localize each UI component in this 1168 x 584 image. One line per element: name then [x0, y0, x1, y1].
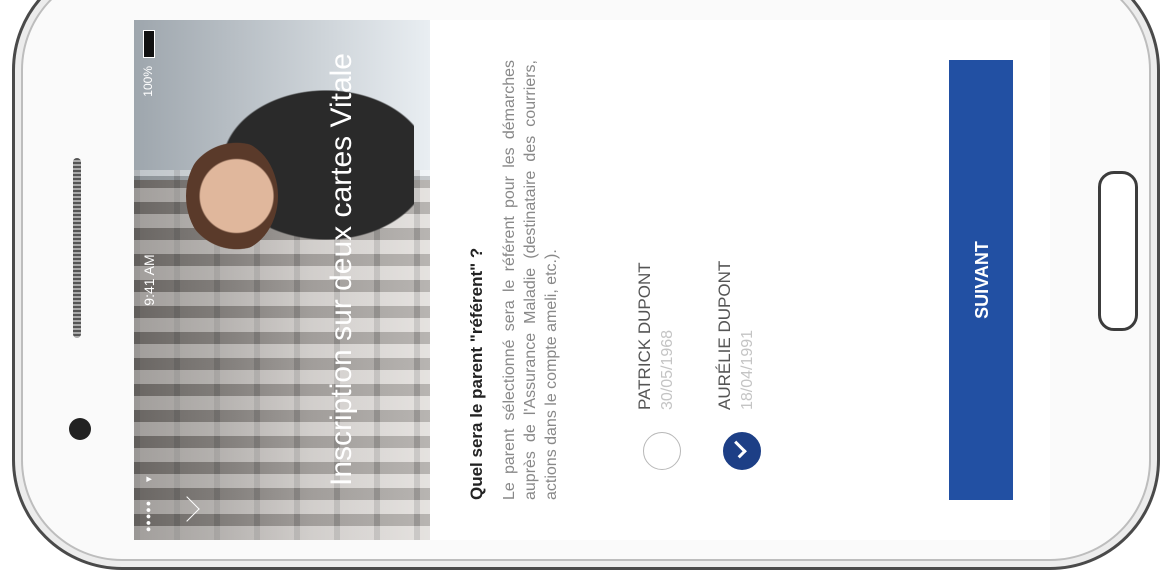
- check-icon: [729, 440, 747, 459]
- battery-icon: [143, 30, 155, 58]
- option-aurelie-dupont[interactable]: AURÉLIE DUPONT 18/04/1991: [709, 60, 761, 500]
- page-title: Inscription sur deux cartes Vitale: [325, 53, 358, 486]
- speaker-grille: [73, 158, 81, 338]
- option-patrick-dupont[interactable]: PATRICK DUPONT 30/05/1968: [629, 60, 681, 500]
- option-name: PATRICK DUPONT: [635, 262, 654, 410]
- option-date: 30/05/1968: [659, 329, 676, 410]
- question-heading: Quel sera le parent "référent" ?: [467, 247, 486, 500]
- chevron-down-icon[interactable]: [174, 496, 200, 522]
- front-camera: [69, 418, 91, 440]
- next-button[interactable]: SUIVANT: [949, 60, 1013, 500]
- radio-unchecked[interactable]: [643, 432, 681, 470]
- radio-checked[interactable]: [723, 432, 761, 470]
- status-time: 9:41 AM: [141, 254, 157, 306]
- status-bar: ●●●●● ▾ 9:41 AM 100%: [134, 20, 164, 540]
- screen-content: ●●●●● ▾ 9:41 AM 100% Inscription sur deu…: [134, 20, 1050, 540]
- home-button[interactable]: [1098, 171, 1138, 331]
- option-date: 18/04/1991: [739, 329, 756, 410]
- battery-percent: 100%: [141, 66, 155, 97]
- screen: ●●●●● ▾ 9:41 AM 100% Inscription sur deu…: [134, 20, 1050, 540]
- question-description: Le parent sélectionné sera le référent p…: [501, 60, 560, 500]
- option-name: AURÉLIE DUPONT: [715, 260, 734, 410]
